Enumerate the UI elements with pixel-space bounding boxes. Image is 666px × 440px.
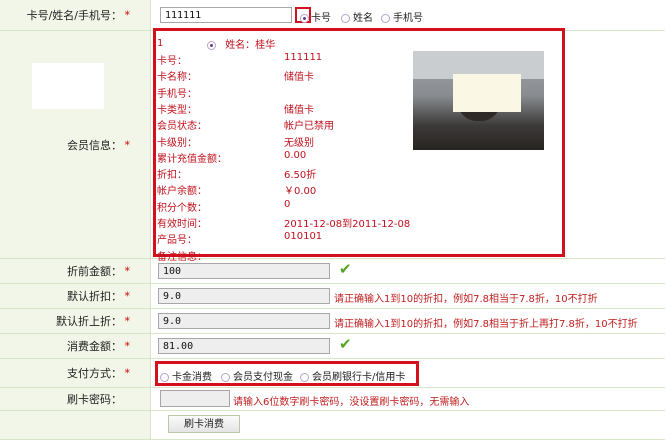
member-value-cell: 1 姓名：桂华 卡号： 111111 卡名称： 储值卡 手机号： 卡类型： 储值卡 会员状态：… [152, 28, 665, 263]
password-hint: 请输入6位数字刷卡密码，没设置刷卡密码，无需输入 [233, 397, 470, 408]
pre-discount-label: 折前金额： [67, 265, 122, 278]
required-mark: * [124, 264, 131, 278]
radio-icon [207, 40, 216, 50]
pre-discount-input[interactable]: 100 [158, 263, 330, 279]
password-label: 刷卡密码： [67, 393, 122, 406]
photo-redaction [453, 74, 521, 112]
password-input[interactable] [160, 390, 230, 407]
member-photo [413, 51, 544, 150]
payment-cash[interactable]: 会员支付现金 [221, 368, 293, 383]
member-field-key: 产品号： [157, 235, 197, 247]
password-value-cell: 请输入6位数字刷卡密码，没设置刷卡密码，无需输入 [152, 388, 665, 410]
consume-value-cell: 81.00 ✔ [152, 334, 665, 358]
radio-icon [381, 13, 390, 23]
consume-label-cell: 消费金额： * [0, 334, 151, 358]
member-index: 1 [157, 38, 164, 49]
submit-value-cell: 刷卡消费 [152, 411, 665, 439]
password-label-cell: 刷卡密码： [0, 388, 151, 410]
required-mark: * [124, 366, 131, 380]
payment-value-cell: 卡金消费 会员支付现金 会员刷银行卡/信用卡 [152, 359, 665, 387]
extra-discount-hint: 请正确输入1到10的折扣，例如7.8相当于折上再打7.8折，10不打折 [334, 319, 638, 330]
search-value-cell: 111111 卡号 姓名 手机号 [152, 0, 665, 30]
pre-discount-value-cell: 100 ✔ [152, 259, 665, 283]
search-mode-phone[interactable]: 手机号 [381, 9, 423, 24]
member-avatar-placeholder [32, 63, 104, 109]
password-row: 刷卡密码： 请输入6位数字刷卡密码，没设置刷卡密码，无需输入 [0, 388, 665, 411]
member-field-value: 6.50折 [284, 170, 317, 182]
member-select[interactable]: 姓名：桂华 [207, 36, 275, 51]
member-row: 会员信息： * 1 姓名：桂华 卡号： 111111 卡名称： 储值卡 手机号： 卡类型：… [0, 28, 665, 263]
radio-icon [300, 13, 309, 23]
radio-icon [341, 13, 350, 23]
member-field-value: 储值卡 [284, 104, 314, 116]
member-label-cell: 会员信息： * [0, 31, 151, 258]
required-mark: * [124, 8, 131, 22]
consume-label: 消费金额： [67, 340, 122, 353]
member-field-value: 2011-12-08到2011-12-08 [284, 219, 411, 230]
member-field-value: 111111 [284, 52, 323, 63]
member-field-value: 0 [284, 198, 291, 210]
pre-discount-row: 折前金额： * 100 ✔ [0, 259, 665, 284]
extra-discount-label-cell: 默认折上折： * [0, 309, 151, 333]
extra-discount-label: 默认折上折： [56, 315, 122, 328]
member-field-key: 卡名称： [157, 72, 197, 84]
pre-discount-label-cell: 折前金额： * [0, 259, 151, 283]
swipe-pay-button[interactable]: 刷卡消费 [168, 415, 240, 433]
member-field-key: 会员状态： [157, 121, 207, 133]
radio-icon [300, 372, 309, 382]
member-field-value: 帐户已禁用 [284, 121, 334, 133]
submit-label-cell [0, 411, 151, 439]
member-field-value: 无级别 [284, 137, 314, 149]
search-label: 卡号/姓名/手机号： [26, 9, 122, 22]
consume-row: 消费金额： * 81.00 ✔ [0, 334, 665, 359]
member-field-key: 帐户余额： [157, 186, 207, 198]
default-discount-label-cell: 默认折扣： * [0, 284, 151, 308]
member-field-key: 手机号： [157, 88, 197, 100]
member-field-key: 卡级别： [157, 137, 197, 149]
submit-row: 刷卡消费 [0, 411, 665, 440]
default-discount-row: 默认折扣： * 9.0 请正确输入1到10的折扣，例如7.8相当于7.8折，10… [0, 284, 665, 309]
member-field-value: 0.00 [284, 149, 307, 161]
member-field-key: 卡类型： [157, 104, 197, 116]
payment-row: 支付方式： * 卡金消费 会员支付现金 会员刷银行卡/信用卡 [0, 359, 665, 388]
default-discount-label: 默认折扣： [67, 290, 122, 303]
search-row: 卡号/姓名/手机号： * 111111 卡号 姓名 手机号 [0, 0, 665, 31]
default-discount-hint: 请正确输入1到10的折扣，例如7.8相当于7.8折，10不打折 [334, 294, 598, 305]
check-icon: ✔ [339, 335, 352, 353]
member-label: 会员信息： [67, 138, 122, 152]
member-field-value: 储值卡 [284, 72, 314, 84]
member-field-key: 有效时间： [157, 219, 207, 230]
required-mark: * [124, 138, 131, 151]
payment-card-balance[interactable]: 卡金消费 [160, 368, 212, 383]
required-mark: * [124, 314, 131, 328]
search-label-cell: 卡号/姓名/手机号： * [0, 0, 151, 30]
radio-icon [160, 372, 169, 382]
required-mark: * [124, 289, 131, 303]
member-field-key: 折扣： [157, 170, 187, 182]
payment-label-cell: 支付方式： * [0, 359, 151, 387]
radio-icon [221, 372, 230, 382]
search-input[interactable]: 111111 [160, 7, 292, 23]
extra-discount-input[interactable]: 9.0 [158, 313, 330, 329]
member-field-key: 卡号： [157, 56, 187, 67]
member-field-key: 累计充值金额： [157, 153, 227, 165]
payment-label: 支付方式： [67, 367, 122, 380]
member-field-key: 积分个数： [157, 202, 207, 214]
required-mark: * [124, 339, 131, 353]
payment-bank-card[interactable]: 会员刷银行卡/信用卡 [300, 368, 405, 383]
consume-input[interactable]: 81.00 [158, 338, 330, 354]
member-field-value: ￥0.00 [284, 186, 317, 198]
extra-discount-value-cell: 9.0 请正确输入1到10的折扣，例如7.8相当于折上再打7.8折，10不打折 [152, 309, 665, 333]
extra-discount-row: 默认折上折： * 9.0 请正确输入1到10的折扣，例如7.8相当于折上再打7.… [0, 309, 665, 334]
search-mode-name[interactable]: 姓名 [341, 9, 373, 24]
check-icon: ✔ [339, 260, 352, 278]
member-field-value: 010101 [284, 231, 323, 243]
default-discount-input[interactable]: 9.0 [158, 288, 330, 304]
search-mode-cardno[interactable]: 卡号 [300, 9, 331, 24]
default-discount-value-cell: 9.0 请正确输入1到10的折扣，例如7.8相当于7.8折，10不打折 [152, 284, 665, 308]
